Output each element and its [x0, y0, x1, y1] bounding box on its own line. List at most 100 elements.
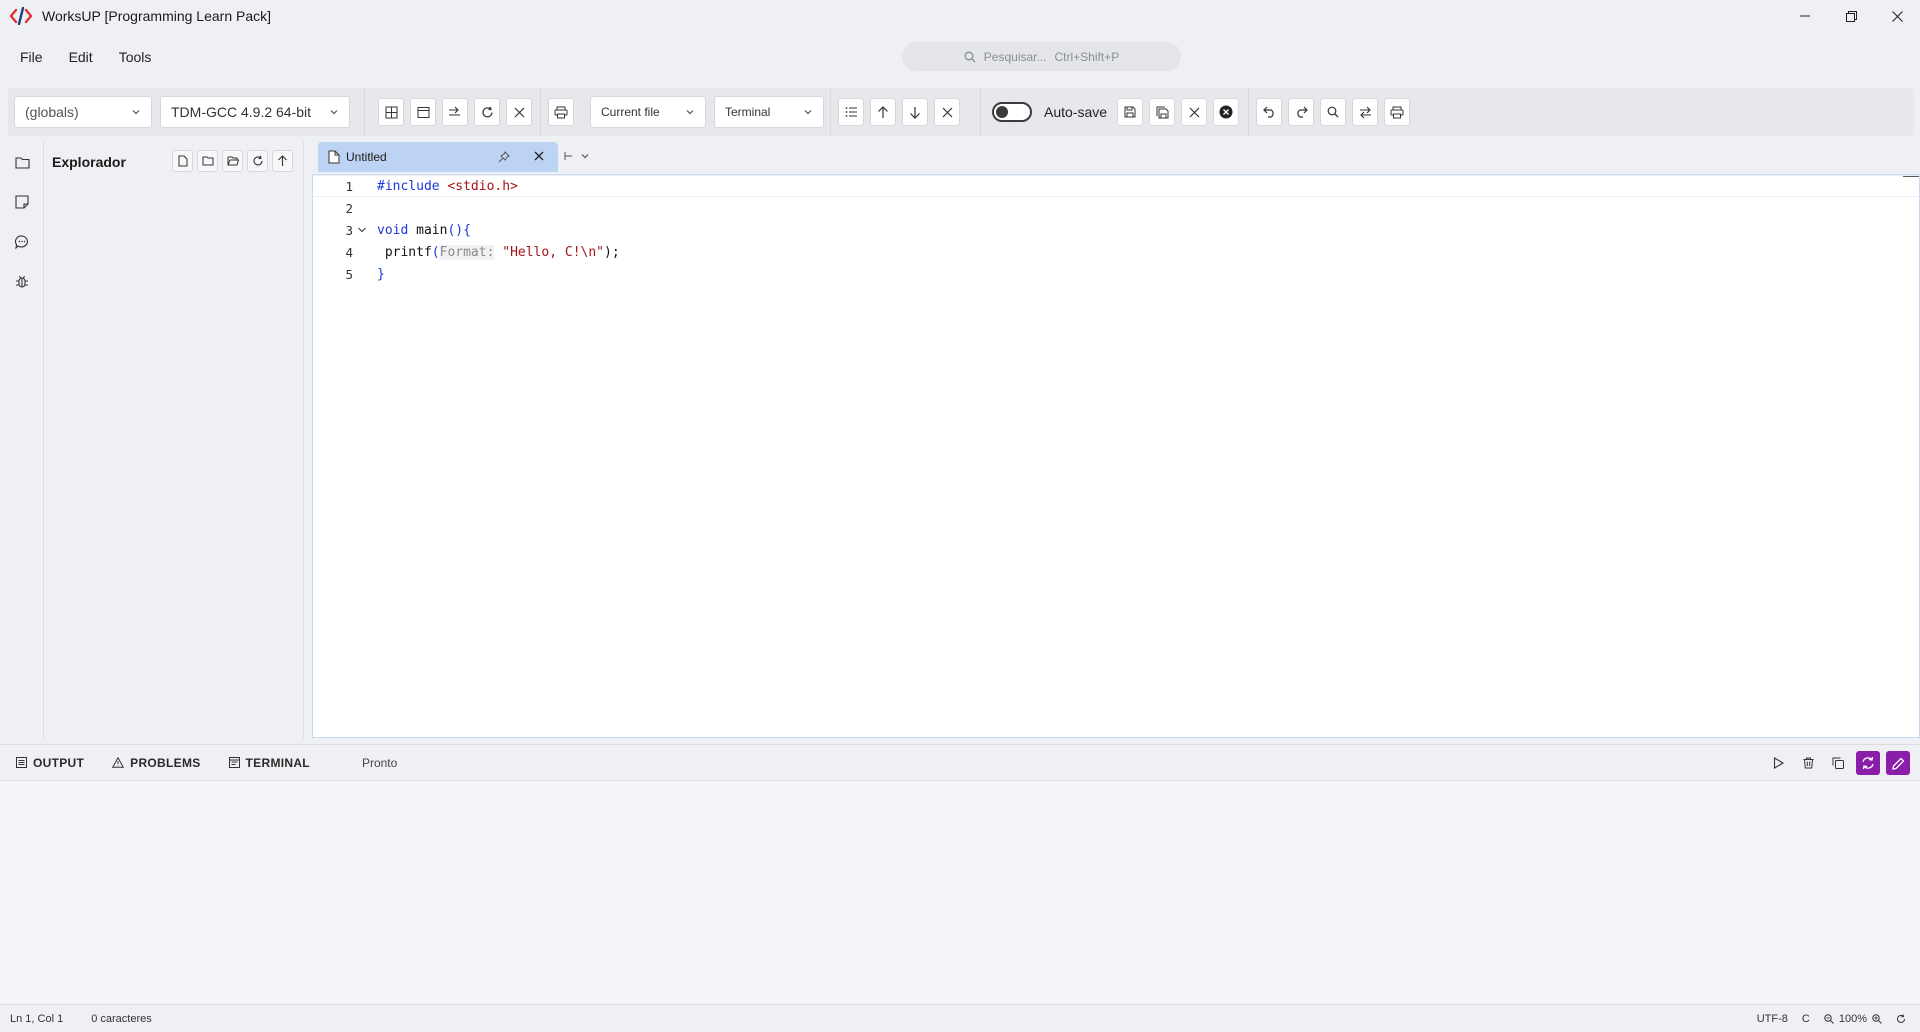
- arrow-right-icon: [449, 106, 460, 116]
- copy-output-button[interactable]: [1826, 751, 1850, 775]
- pin-icon: [498, 151, 510, 163]
- split-icon: [564, 152, 572, 160]
- note-icon: [15, 195, 29, 209]
- menu-tools[interactable]: Tools: [119, 49, 152, 65]
- run-target-select[interactable]: Current file: [590, 96, 706, 128]
- zoom-control[interactable]: 100%: [1824, 1013, 1882, 1025]
- collapse-explorer-button[interactable]: [272, 150, 293, 172]
- close-icon: [1891, 10, 1903, 22]
- code-token: "Hello, C!\n": [502, 244, 604, 260]
- stop-button[interactable]: [506, 98, 532, 126]
- build-group: [378, 88, 538, 136]
- language-mode[interactable]: C: [1802, 1013, 1810, 1025]
- cursor-position[interactable]: Ln 1, Col 1: [10, 1013, 63, 1025]
- move-up-button[interactable]: [870, 98, 896, 126]
- tab-untitled[interactable]: Untitled: [318, 142, 558, 172]
- folder-icon: [14, 156, 30, 169]
- scope-select[interactable]: (globals): [14, 96, 152, 128]
- close-tab-button[interactable]: [534, 151, 544, 161]
- search-icon: [1327, 106, 1339, 118]
- window-button[interactable]: [410, 98, 436, 126]
- reset-zoom-button[interactable]: [1896, 1014, 1906, 1024]
- menu-edit[interactable]: Edit: [69, 49, 93, 65]
- new-file-button[interactable]: [172, 150, 193, 172]
- undo-icon: [1262, 106, 1274, 118]
- code-line[interactable]: 2: [313, 197, 1919, 219]
- new-folder-button[interactable]: [197, 150, 218, 172]
- compiler-select[interactable]: TDM-GCC 4.9.2 64-bit: [160, 96, 350, 128]
- activity-chat[interactable]: [0, 222, 44, 262]
- tab-problems[interactable]: PROBLEMS: [112, 756, 200, 770]
- list-button[interactable]: [838, 98, 864, 126]
- refresh-explorer-button[interactable]: [247, 150, 268, 172]
- activity-notes[interactable]: [0, 182, 44, 222]
- editor-tabs: Untitled: [312, 142, 1920, 174]
- command-search[interactable]: Pesquisar... Ctrl+Shift+P: [902, 42, 1181, 71]
- save-button[interactable]: [1117, 98, 1144, 126]
- window-icon: [417, 106, 429, 118]
- code-line[interactable]: 1 #include <stdio.h>: [313, 175, 1919, 197]
- code-line[interactable]: 5}: [313, 263, 1919, 285]
- chat-icon: [15, 235, 28, 249]
- find-button[interactable]: [1320, 98, 1346, 126]
- clear-button[interactable]: [934, 98, 960, 126]
- encoding[interactable]: UTF-8: [1757, 1013, 1788, 1025]
- sync-button[interactable]: [1856, 751, 1880, 775]
- activity-debug[interactable]: [0, 262, 44, 302]
- fold-chevron-icon[interactable]: [357, 225, 367, 235]
- save-all-icon: [1156, 106, 1169, 118]
- activity-explorer[interactable]: [0, 142, 44, 182]
- refresh-icon: [1897, 1014, 1905, 1023]
- close-file-button[interactable]: [1181, 98, 1208, 126]
- clear-output-button[interactable]: [1796, 751, 1820, 775]
- edit-button[interactable]: [1886, 751, 1910, 775]
- code-line[interactable]: 4 printf(Format: "Hello, C!\n");: [313, 241, 1919, 263]
- app-logo-icon: [8, 6, 34, 26]
- code-editor[interactable]: 1 #include <stdio.h> 2 3 void main(){4 print…: [312, 174, 1920, 738]
- open-folder-button[interactable]: [222, 150, 243, 172]
- restore-button[interactable]: [1828, 0, 1874, 32]
- compile-run-button[interactable]: [442, 98, 468, 126]
- tab-list-button[interactable]: [580, 151, 590, 161]
- search-placeholder: Pesquisar...: [983, 49, 1047, 64]
- panel-status: Pronto: [361, 755, 398, 770]
- toolbar-separator: [540, 88, 541, 136]
- tab-terminal[interactable]: TERMINAL: [228, 756, 310, 770]
- close-window-button[interactable]: [1874, 0, 1920, 32]
- redo-button[interactable]: [1288, 98, 1314, 126]
- file-icon: [328, 150, 340, 164]
- edit-group: [1256, 88, 1416, 136]
- window-title: WorksUP [Programming Learn Pack]: [42, 8, 272, 24]
- menu-file[interactable]: File: [20, 49, 43, 65]
- output-panel[interactable]: [0, 780, 1920, 1004]
- split-editor-button[interactable]: [564, 151, 574, 161]
- rebuild-button[interactable]: [474, 98, 500, 126]
- minimize-button[interactable]: [1782, 0, 1828, 32]
- pin-tab-button[interactable]: [498, 151, 510, 163]
- replace-button[interactable]: [1352, 98, 1378, 126]
- print-file-button[interactable]: [1384, 98, 1410, 126]
- code-line[interactable]: 3 void main(){: [313, 219, 1919, 241]
- sync-icon: [1862, 756, 1874, 770]
- output-select[interactable]: Terminal: [714, 96, 824, 128]
- tab-problems-label: PROBLEMS: [130, 755, 201, 770]
- trash-icon: [1803, 757, 1813, 769]
- explorer-actions: [172, 150, 293, 172]
- autosave-toggle[interactable]: [992, 102, 1032, 122]
- save-all-button[interactable]: [1149, 98, 1176, 126]
- run-button[interactable]: [1766, 751, 1790, 775]
- code-token: main: [408, 222, 448, 238]
- zoom-in-icon: [1872, 1014, 1882, 1024]
- play-icon: [1773, 757, 1784, 769]
- close-all-button[interactable]: [1213, 98, 1240, 126]
- status-bar: Ln 1, Col 1 0 caracteres UTF-8 C 100%: [0, 1004, 1920, 1032]
- compile-button[interactable]: [378, 98, 404, 126]
- tab-output[interactable]: OUTPUT: [16, 756, 84, 770]
- close-icon: [514, 107, 524, 117]
- print-button[interactable]: [548, 98, 574, 126]
- tab-output-label: OUTPUT: [33, 755, 85, 770]
- close-icon: [534, 151, 544, 161]
- copy-icon: [1832, 757, 1844, 769]
- undo-button[interactable]: [1256, 98, 1282, 126]
- move-down-button[interactable]: [902, 98, 928, 126]
